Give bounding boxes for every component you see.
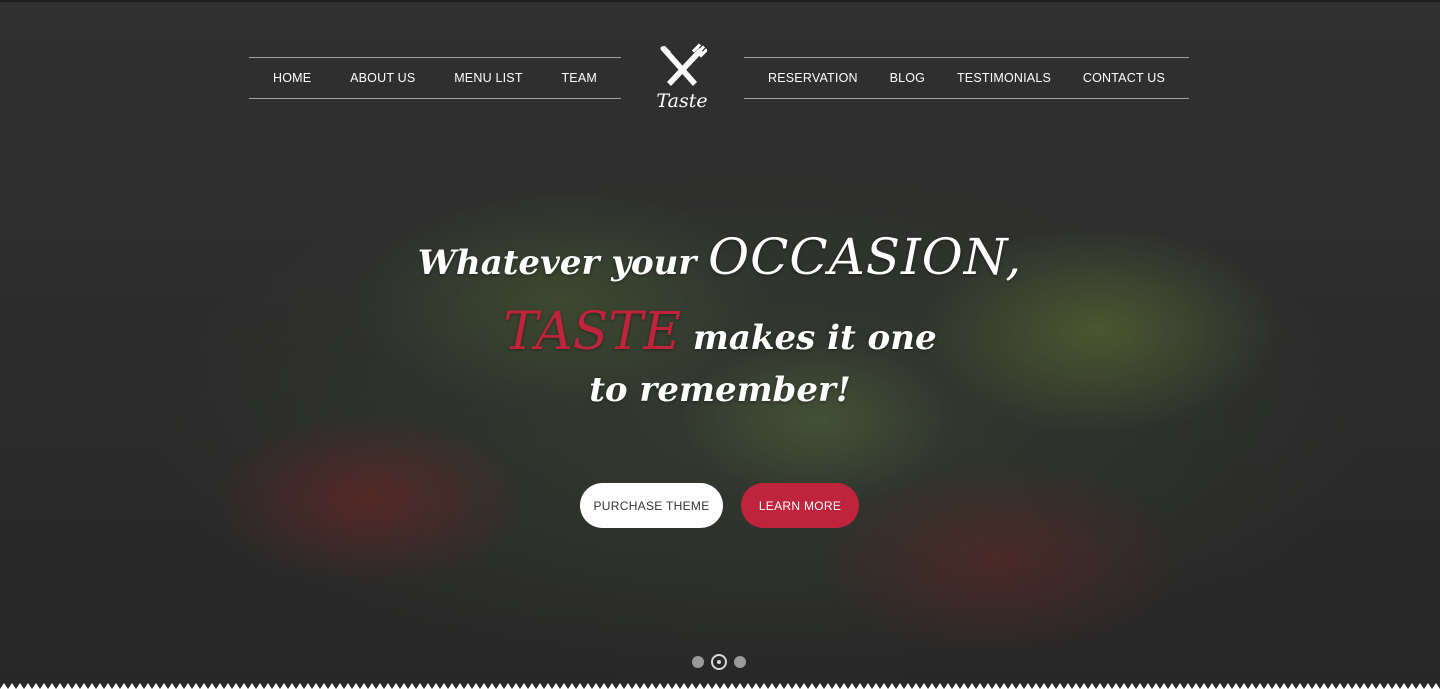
nav-left: HOME ABOUT US MENU LIST TEAM [249,57,621,99]
nav-blog[interactable]: BLOG [890,71,926,85]
nav-menu-list[interactable]: MENU LIST [454,71,522,85]
crossed-fork-knife-icon [660,43,707,86]
hero-line1-occasion: OCCASION, [708,228,1023,286]
nav-about-us[interactable]: ABOUT US [350,71,415,85]
nav-contact-us[interactable]: CONTACT US [1083,71,1165,85]
learn-more-button[interactable]: LEARN MORE [741,483,859,528]
hero-headline-line1: Whatever your OCCASION, [400,228,1040,286]
logo-text: Taste [656,90,708,112]
nav-reservation[interactable]: RESERVATION [768,71,858,85]
hero-taste-highlight: TASTE [503,302,682,362]
hero-headline-line2: TASTE makes it one [400,302,1040,362]
zigzag-divider [0,683,1440,689]
slider-pagination [692,654,746,670]
hero-line1-prefix: Whatever your [417,243,697,283]
logo[interactable]: Taste [650,42,714,112]
slider-dot-3[interactable] [734,656,746,668]
nav-home[interactable]: HOME [273,71,311,85]
slider-dot-1[interactable] [692,656,704,668]
nav-team[interactable]: TEAM [561,71,597,85]
hero-headline-line3: to remember! [589,370,851,410]
hero-line2-rest: makes it one [692,318,937,358]
nav-testimonials[interactable]: TESTIMONIALS [957,71,1051,85]
slider-dot-2-active[interactable] [711,654,727,670]
nav-right: RESERVATION BLOG TESTIMONIALS CONTACT US [744,57,1189,99]
purchase-theme-button[interactable]: PURCHASE THEME [580,483,723,528]
top-strip [0,0,1440,2]
